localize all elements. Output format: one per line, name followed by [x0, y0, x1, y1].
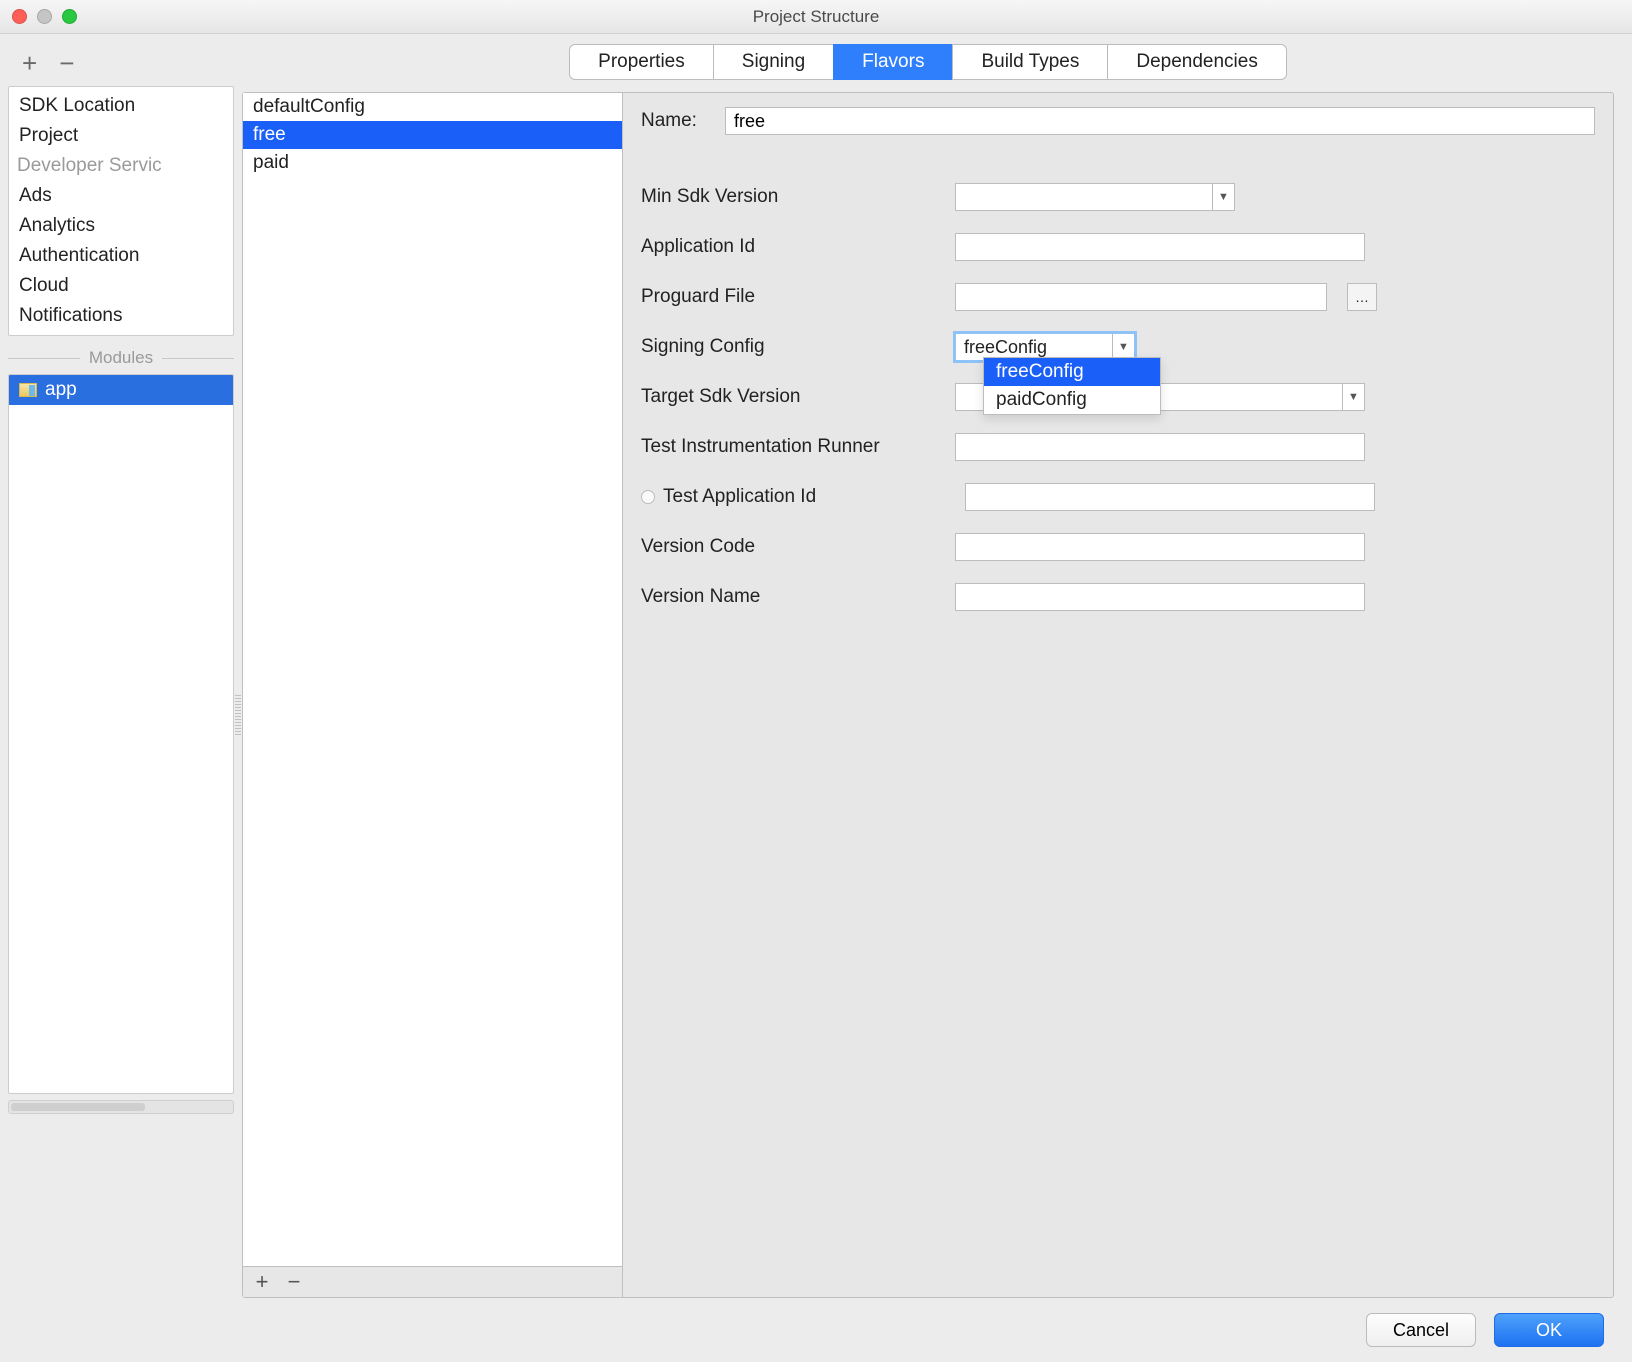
- sidebar-item-project[interactable]: Project: [9, 121, 233, 151]
- tab-flavors[interactable]: Flavors: [833, 44, 953, 80]
- form-area: Name: Min Sdk Version ▼ Application Id: [623, 93, 1613, 1297]
- dropdown-option-paidconfig[interactable]: paidConfig: [984, 386, 1160, 414]
- label-test-runner: Test Instrumentation Runner: [641, 436, 941, 458]
- footer: Cancel OK: [0, 1298, 1632, 1362]
- row-application-id: Application Id: [641, 233, 1595, 261]
- signing-config-value: freeConfig: [956, 337, 1112, 358]
- test-app-id-input[interactable]: [965, 483, 1375, 511]
- tabbar: Properties Signing Flavors Build Types D…: [242, 44, 1614, 80]
- name-input[interactable]: [725, 107, 1595, 135]
- label-version-name: Version Name: [641, 586, 941, 608]
- row-proguard: Proguard File …: [641, 283, 1595, 311]
- row-version-name: Version Name: [641, 583, 1595, 611]
- main-body: defaultConfig free paid + − Name: Min Sd…: [242, 92, 1614, 1298]
- browse-button[interactable]: …: [1347, 283, 1377, 311]
- module-item-label: app: [45, 379, 77, 401]
- row-test-app-id: Test Application Id: [641, 483, 1595, 511]
- horizontal-scrollbar[interactable]: [8, 1100, 234, 1114]
- label-version-code: Version Code: [641, 536, 941, 558]
- zoom-icon[interactable]: [62, 9, 77, 24]
- flavor-add-button[interactable]: +: [247, 1269, 277, 1295]
- sidebar-item-analytics[interactable]: Analytics: [9, 211, 233, 241]
- tab-signing[interactable]: Signing: [713, 44, 834, 80]
- main-panel: Properties Signing Flavors Build Types D…: [242, 34, 1632, 1298]
- minimize-icon[interactable]: [37, 9, 52, 24]
- signing-config-dropdown: freeConfig paidConfig: [983, 357, 1161, 415]
- label-signing-config: Signing Config: [641, 336, 941, 358]
- modules-divider: Modules: [8, 348, 234, 368]
- module-item-app[interactable]: app: [9, 375, 233, 405]
- radio-icon[interactable]: [641, 490, 655, 504]
- modules-list: app: [8, 374, 234, 1094]
- cancel-button[interactable]: Cancel: [1366, 1313, 1476, 1347]
- traffic-lights: [12, 9, 77, 24]
- tab-build-types[interactable]: Build Types: [952, 44, 1108, 80]
- sidebar-item-sdk-location[interactable]: SDK Location: [9, 91, 233, 121]
- add-icon[interactable]: +: [22, 50, 37, 76]
- tab-properties[interactable]: Properties: [569, 44, 714, 80]
- test-runner-input[interactable]: [955, 433, 1365, 461]
- version-code-input[interactable]: [955, 533, 1365, 561]
- window-title: Project Structure: [0, 7, 1632, 27]
- flavor-item-paid[interactable]: paid: [243, 149, 622, 177]
- flavor-toolbar: + −: [243, 1267, 622, 1297]
- flavor-list-panel: defaultConfig free paid + −: [243, 93, 623, 1297]
- close-icon[interactable]: [12, 9, 27, 24]
- flavor-remove-button[interactable]: −: [279, 1269, 309, 1295]
- remove-icon[interactable]: −: [59, 50, 74, 76]
- label-min-sdk: Min Sdk Version: [641, 186, 941, 208]
- panel-grip[interactable]: [235, 695, 241, 735]
- version-name-input[interactable]: [955, 583, 1365, 611]
- sidebar-group-header: Developer Servic: [9, 151, 233, 181]
- flavor-item-defaultconfig[interactable]: defaultConfig: [243, 93, 622, 121]
- sidebar-list: SDK Location Project Developer Servic Ad…: [8, 86, 234, 336]
- module-icon: [19, 383, 37, 397]
- chevron-down-icon: ▼: [1212, 184, 1234, 210]
- row-test-runner: Test Instrumentation Runner: [641, 433, 1595, 461]
- label-target-sdk: Target Sdk Version: [641, 386, 941, 408]
- row-min-sdk: Min Sdk Version ▼: [641, 183, 1595, 211]
- label-name: Name:: [641, 110, 711, 132]
- flavor-item-free[interactable]: free: [243, 121, 622, 149]
- ok-button[interactable]: OK: [1494, 1313, 1604, 1347]
- left-panel: + − SDK Location Project Developer Servi…: [0, 34, 242, 1298]
- tab-dependencies[interactable]: Dependencies: [1107, 44, 1286, 80]
- sidebar-item-notifications[interactable]: Notifications: [9, 301, 233, 331]
- dropdown-option-freeconfig[interactable]: freeConfig: [984, 358, 1160, 386]
- min-sdk-combo[interactable]: ▼: [955, 183, 1235, 211]
- flavor-list: defaultConfig free paid: [243, 93, 622, 1267]
- sidebar-item-cloud[interactable]: Cloud: [9, 271, 233, 301]
- row-name: Name:: [641, 107, 1595, 135]
- label-test-app-id: Test Application Id: [663, 486, 951, 508]
- titlebar: Project Structure: [0, 0, 1632, 34]
- row-version-code: Version Code: [641, 533, 1595, 561]
- application-id-input[interactable]: [955, 233, 1365, 261]
- label-application-id: Application Id: [641, 236, 941, 258]
- label-proguard: Proguard File: [641, 286, 941, 308]
- sidebar-item-authentication[interactable]: Authentication: [9, 241, 233, 271]
- sidebar-item-ads[interactable]: Ads: [9, 181, 233, 211]
- sidebar-toolbar: + −: [0, 46, 242, 86]
- chevron-down-icon: ▼: [1342, 384, 1364, 410]
- proguard-input[interactable]: [955, 283, 1327, 311]
